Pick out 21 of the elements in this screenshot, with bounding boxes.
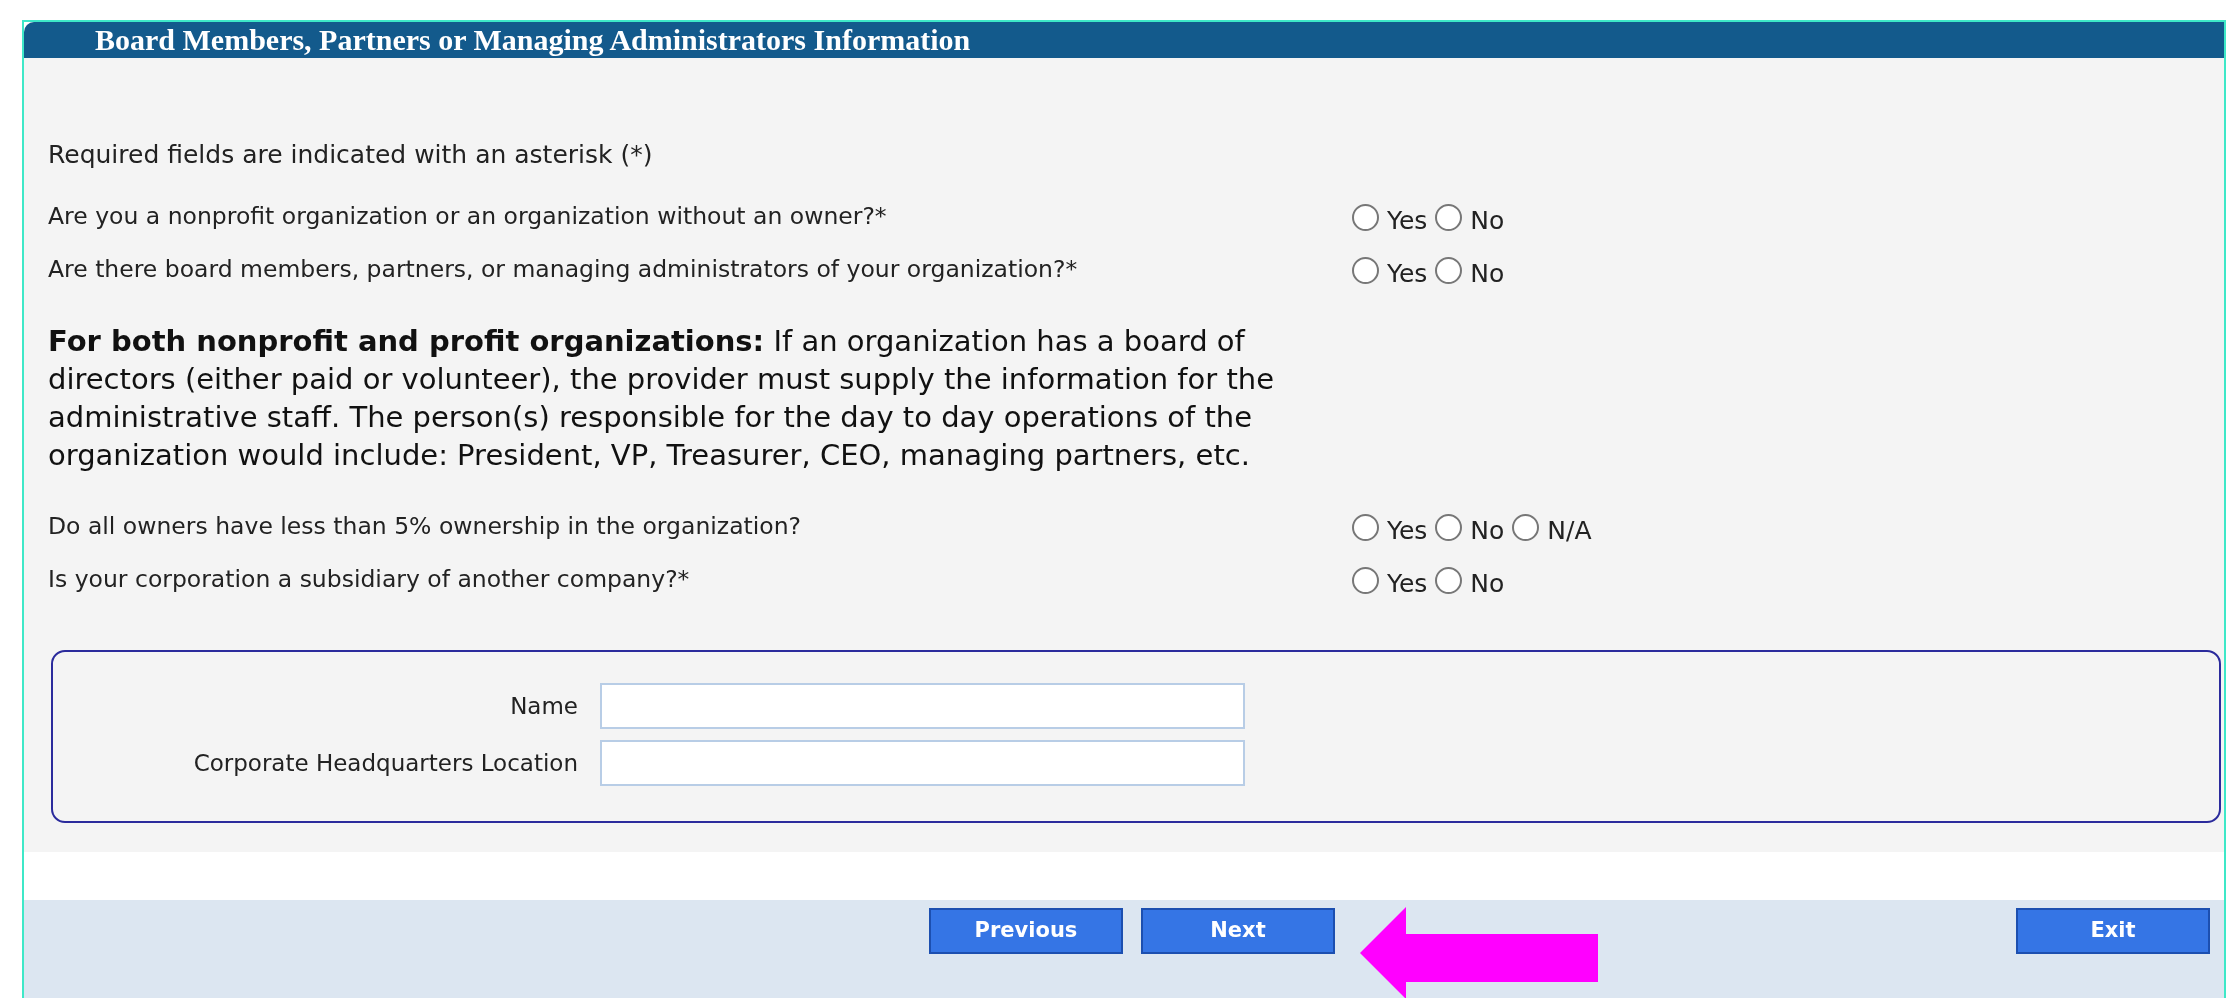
option-label: Yes xyxy=(1387,205,1428,238)
required-note: Required fields are indicated with an asterisk (*) xyxy=(48,139,654,172)
option-label: No xyxy=(1470,205,1505,238)
option-label: Yes xyxy=(1387,258,1428,291)
nav-button[interactable]: Next xyxy=(1141,908,1335,954)
field-label: Name xyxy=(509,691,578,721)
nav-button[interactable]: Previous xyxy=(929,908,1123,954)
option-label: Yes xyxy=(1387,515,1428,548)
nav-button[interactable]: Exit xyxy=(2016,908,2210,954)
option-label: No xyxy=(1470,258,1505,291)
option-label: No xyxy=(1470,568,1505,601)
question-label: Are there board members, partners, or managing administrators of your organization?* xyxy=(48,254,1079,286)
question-label: Do all owners have less than 5% ownership in the organization? xyxy=(48,511,803,543)
question-label: Are you a nonprofit organization or an organization without an owner?* xyxy=(48,201,888,233)
option-label: No xyxy=(1470,515,1505,548)
question-label: Is your corporation a subsidiary of another company?* xyxy=(48,564,691,596)
section-title: Board Members, Partners or Managing Administrators Information xyxy=(95,25,971,55)
field-label: Corporate Headquarters Location xyxy=(192,748,578,778)
option-label: Yes xyxy=(1387,568,1428,601)
notice-paragraph: For both nonprofit and profit organizations: If an organization has a board of directors (either paid or volunteer), the provider must supply the information for the administrative staff. The person(s) responsible for the day to day operations of the organization would include: President, VP, Treasurer, CEO, managing partners, etc. xyxy=(48,323,1276,474)
option-label: N/A xyxy=(1547,515,1592,548)
